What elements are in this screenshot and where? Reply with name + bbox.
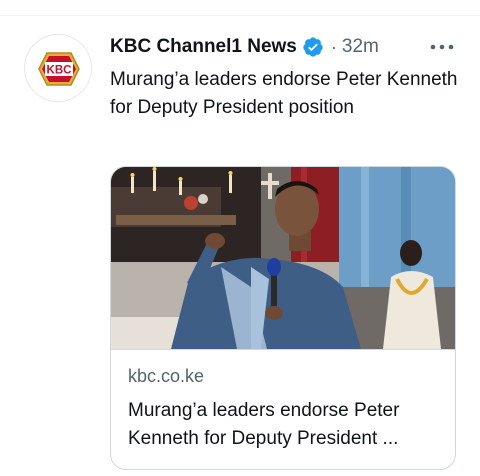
card-photo xyxy=(111,167,455,349)
avatar[interactable]: KBC xyxy=(24,34,92,102)
timestamp[interactable]: 32m xyxy=(342,36,379,58)
card-image[interactable] xyxy=(111,167,455,349)
card-domain: kbc.co.ke xyxy=(128,366,205,386)
card-divider xyxy=(111,349,455,350)
link-card[interactable]: kbc.co.ke Murang’a leaders endorse Peter… xyxy=(110,166,456,470)
kbc-logo: KBC xyxy=(25,35,91,101)
kbc-logo-text: KBC xyxy=(47,65,72,77)
card-title: Murang’a leaders endorse Peter Kenneth f… xyxy=(128,400,400,449)
divider xyxy=(0,15,480,16)
tweet-text: Murang’a leaders endorse Peter Kenneth f… xyxy=(110,69,458,118)
tweet[interactable]: KBC KBC Channel1 News · 32m Murang’a lea… xyxy=(0,0,480,476)
more-dots-icon[interactable] xyxy=(426,36,458,58)
separator-dot: · xyxy=(330,36,337,57)
author-name[interactable]: KBC Channel1 News xyxy=(110,36,297,58)
tweet-header: KBC Channel1 News · 32m xyxy=(110,34,379,60)
verified-badge-icon xyxy=(302,36,324,58)
